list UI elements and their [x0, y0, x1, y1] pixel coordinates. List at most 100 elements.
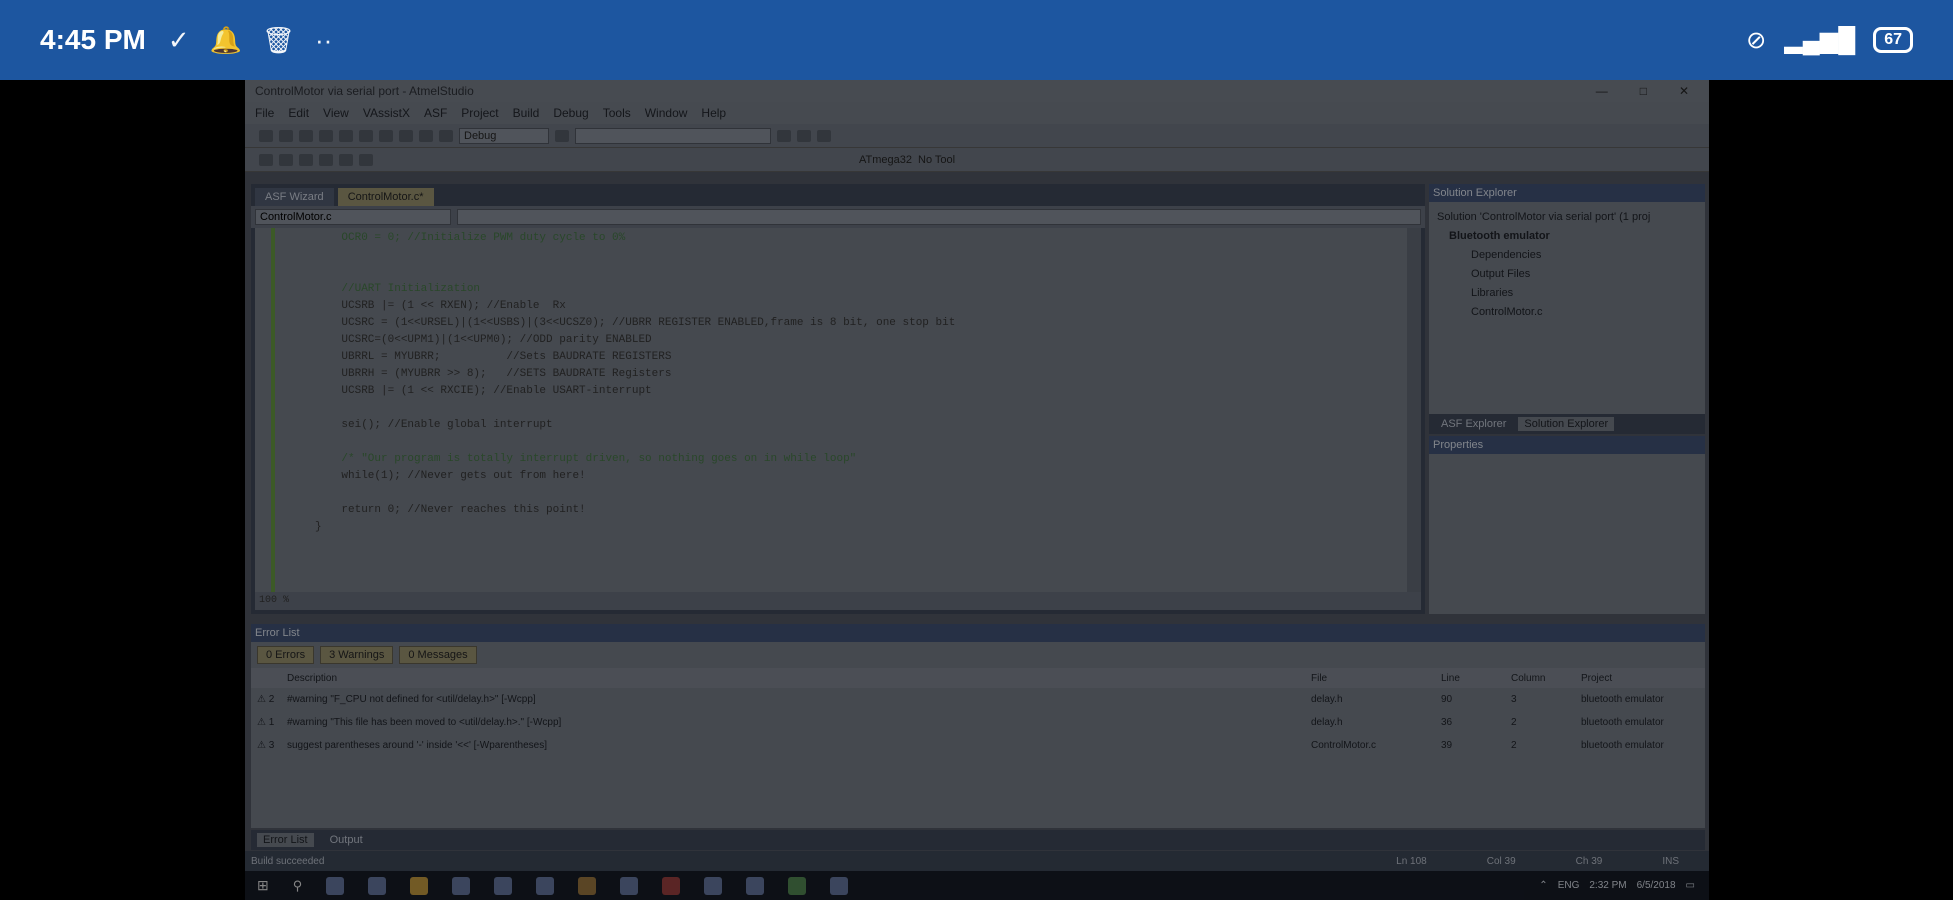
- code-line[interactable]: [315, 434, 1401, 451]
- column-header[interactable]: Description: [281, 668, 1305, 688]
- table-row[interactable]: ⚠ 2 #warning "F_CPU not defined for <util…: [251, 688, 1705, 711]
- find-icon[interactable]: [555, 129, 569, 142]
- column-header[interactable]: Line: [1435, 668, 1505, 688]
- menu-build[interactable]: Build: [513, 106, 540, 120]
- code-line[interactable]: [315, 485, 1401, 502]
- step-icon[interactable]: [339, 153, 353, 166]
- code-line[interactable]: /* "Our program is totally interrupt dri…: [315, 451, 1401, 468]
- cut-icon[interactable]: [339, 129, 353, 142]
- device-label[interactable]: ATmega32: [859, 154, 912, 166]
- open-icon[interactable]: [279, 129, 293, 142]
- tree-item-project[interactable]: Bluetooth emulator: [1437, 227, 1697, 246]
- copy-icon[interactable]: [359, 129, 373, 142]
- edge-icon[interactable]: [368, 876, 387, 895]
- code-editor[interactable]: OCR0 = 0; //Initialize PWM duty cycle to…: [255, 228, 1421, 610]
- notification-icon[interactable]: ▭: [1686, 880, 1695, 891]
- tree-item-controlmotor-c[interactable]: ControlMotor.c: [1437, 303, 1697, 322]
- notes-icon[interactable]: [830, 876, 849, 895]
- menu-asf[interactable]: ASF: [424, 106, 447, 120]
- program-icon[interactable]: [299, 153, 313, 166]
- save-icon[interactable]: [299, 129, 313, 142]
- terminal-icon[interactable]: [746, 876, 765, 895]
- tree-item-solution[interactable]: Solution 'ControlMotor via serial port' …: [1437, 208, 1697, 227]
- tree-item-dependencies[interactable]: Dependencies: [1437, 246, 1697, 265]
- tab-error-list[interactable]: Error List: [257, 833, 314, 847]
- start-debug-icon[interactable]: [439, 129, 453, 142]
- code-line[interactable]: //UART Initialization: [315, 281, 1401, 298]
- close-icon[interactable]: ✕: [1679, 84, 1689, 98]
- search-icon[interactable]: ⚲: [293, 878, 303, 894]
- start-icon[interactable]: ⊞: [257, 877, 269, 894]
- zoom-level[interactable]: 100 %: [255, 592, 1421, 610]
- warnings-filter-button[interactable]: 3 Warnings: [320, 646, 394, 664]
- menu-vassistx[interactable]: VAssistX: [363, 106, 410, 120]
- configuration-combo[interactable]: Debug: [459, 127, 549, 144]
- code-line[interactable]: UCSRC = (1<<URSEL)|(1<<USBS)|(3<<UCSZ0);…: [315, 315, 1401, 332]
- paste-icon[interactable]: [379, 129, 393, 142]
- device-programming-icon[interactable]: [319, 153, 333, 166]
- new-file-icon[interactable]: [259, 129, 273, 142]
- errors-filter-button[interactable]: 0 Errors: [257, 646, 315, 664]
- code-line[interactable]: return 0; //Never reaches this point!: [315, 502, 1401, 519]
- menu-debug[interactable]: Debug: [553, 106, 588, 120]
- column-header[interactable]: Project: [1575, 668, 1705, 688]
- mail-icon[interactable]: [494, 876, 513, 895]
- tab-asf-explorer[interactable]: ASF Explorer: [1435, 417, 1512, 431]
- code-line[interactable]: [315, 264, 1401, 281]
- code-line[interactable]: UBRRL = MYUBRR; //Sets BAUDRATE REGISTER…: [315, 349, 1401, 366]
- column-header[interactable]: Column: [1505, 668, 1575, 688]
- editor-scrollbar[interactable]: [1407, 228, 1421, 592]
- maximize-icon[interactable]: □: [1640, 84, 1647, 98]
- code-line[interactable]: sei(); //Enable global interrupt: [315, 417, 1401, 434]
- search-combo[interactable]: [575, 127, 771, 144]
- undo-icon[interactable]: [399, 129, 413, 142]
- file-navigation-combo[interactable]: ControlMotor.c: [255, 209, 451, 225]
- menu-file[interactable]: File: [255, 106, 274, 120]
- table-row[interactable]: ⚠ 3 suggest parentheses around '-' inside…: [251, 734, 1705, 757]
- clock-date[interactable]: 6/5/2018: [1637, 880, 1676, 891]
- solution-explorer-icon[interactable]: [777, 129, 791, 142]
- atmel-studio-icon[interactable]: [704, 876, 723, 895]
- column-header[interactable]: File: [1305, 668, 1435, 688]
- menu-window[interactable]: Window: [645, 106, 688, 120]
- recorder-icon[interactable]: [662, 876, 681, 895]
- menu-edit[interactable]: Edit: [288, 106, 309, 120]
- break-icon[interactable]: [359, 153, 373, 166]
- tree-item-libraries[interactable]: Libraries: [1437, 284, 1697, 303]
- task-view-icon[interactable]: [326, 876, 345, 895]
- redo-icon[interactable]: [419, 129, 433, 142]
- messages-filter-button[interactable]: 0 Messages: [399, 646, 477, 664]
- clock-time[interactable]: 2:32 PM: [1589, 880, 1626, 891]
- app-icon[interactable]: [620, 876, 639, 895]
- menu-project[interactable]: Project: [461, 106, 498, 120]
- code-line[interactable]: [315, 400, 1401, 417]
- code-text[interactable]: OCR0 = 0; //Initialize PWM duty cycle to…: [315, 230, 1401, 536]
- menu-help[interactable]: Help: [701, 106, 726, 120]
- code-line[interactable]: }: [315, 519, 1401, 536]
- member-navigation-combo[interactable]: [457, 209, 1421, 225]
- menu-view[interactable]: View: [323, 106, 349, 120]
- rebuild-icon[interactable]: [279, 153, 293, 166]
- code-line[interactable]: while(1); //Never gets out from here!: [315, 468, 1401, 485]
- tab-output[interactable]: Output: [324, 833, 369, 847]
- column-header[interactable]: [251, 668, 281, 688]
- file-explorer-icon[interactable]: [410, 876, 429, 895]
- toolbox-icon[interactable]: [817, 129, 831, 142]
- tool-icon[interactable]: [788, 876, 807, 895]
- code-line[interactable]: UCSRC=(0<<UPM1)|(1<<UPM0); //ODD parity …: [315, 332, 1401, 349]
- chrome-icon[interactable]: [578, 876, 597, 895]
- table-row[interactable]: ⚠ 1 #warning "This file has been moved to…: [251, 711, 1705, 734]
- save-all-icon[interactable]: [319, 129, 333, 142]
- properties-icon[interactable]: [797, 129, 811, 142]
- code-line[interactable]: UBRRH = (MYUBRR >> 8); //SETS BAUDRATE R…: [315, 366, 1401, 383]
- tool-label[interactable]: No Tool: [918, 154, 955, 166]
- minimize-icon[interactable]: —: [1596, 84, 1608, 98]
- tray-chevron-icon[interactable]: ⌃: [1539, 880, 1547, 891]
- build-icon[interactable]: [259, 153, 273, 166]
- language-indicator[interactable]: ENG: [1558, 880, 1580, 891]
- code-line[interactable]: OCR0 = 0; //Initialize PWM duty cycle to…: [315, 230, 1401, 247]
- tree-item-output-files[interactable]: Output Files: [1437, 265, 1697, 284]
- tab-asf-wizard[interactable]: ASF Wizard: [255, 188, 334, 206]
- code-line[interactable]: [315, 247, 1401, 264]
- tab-controlmotor[interactable]: ControlMotor.c*: [337, 188, 434, 206]
